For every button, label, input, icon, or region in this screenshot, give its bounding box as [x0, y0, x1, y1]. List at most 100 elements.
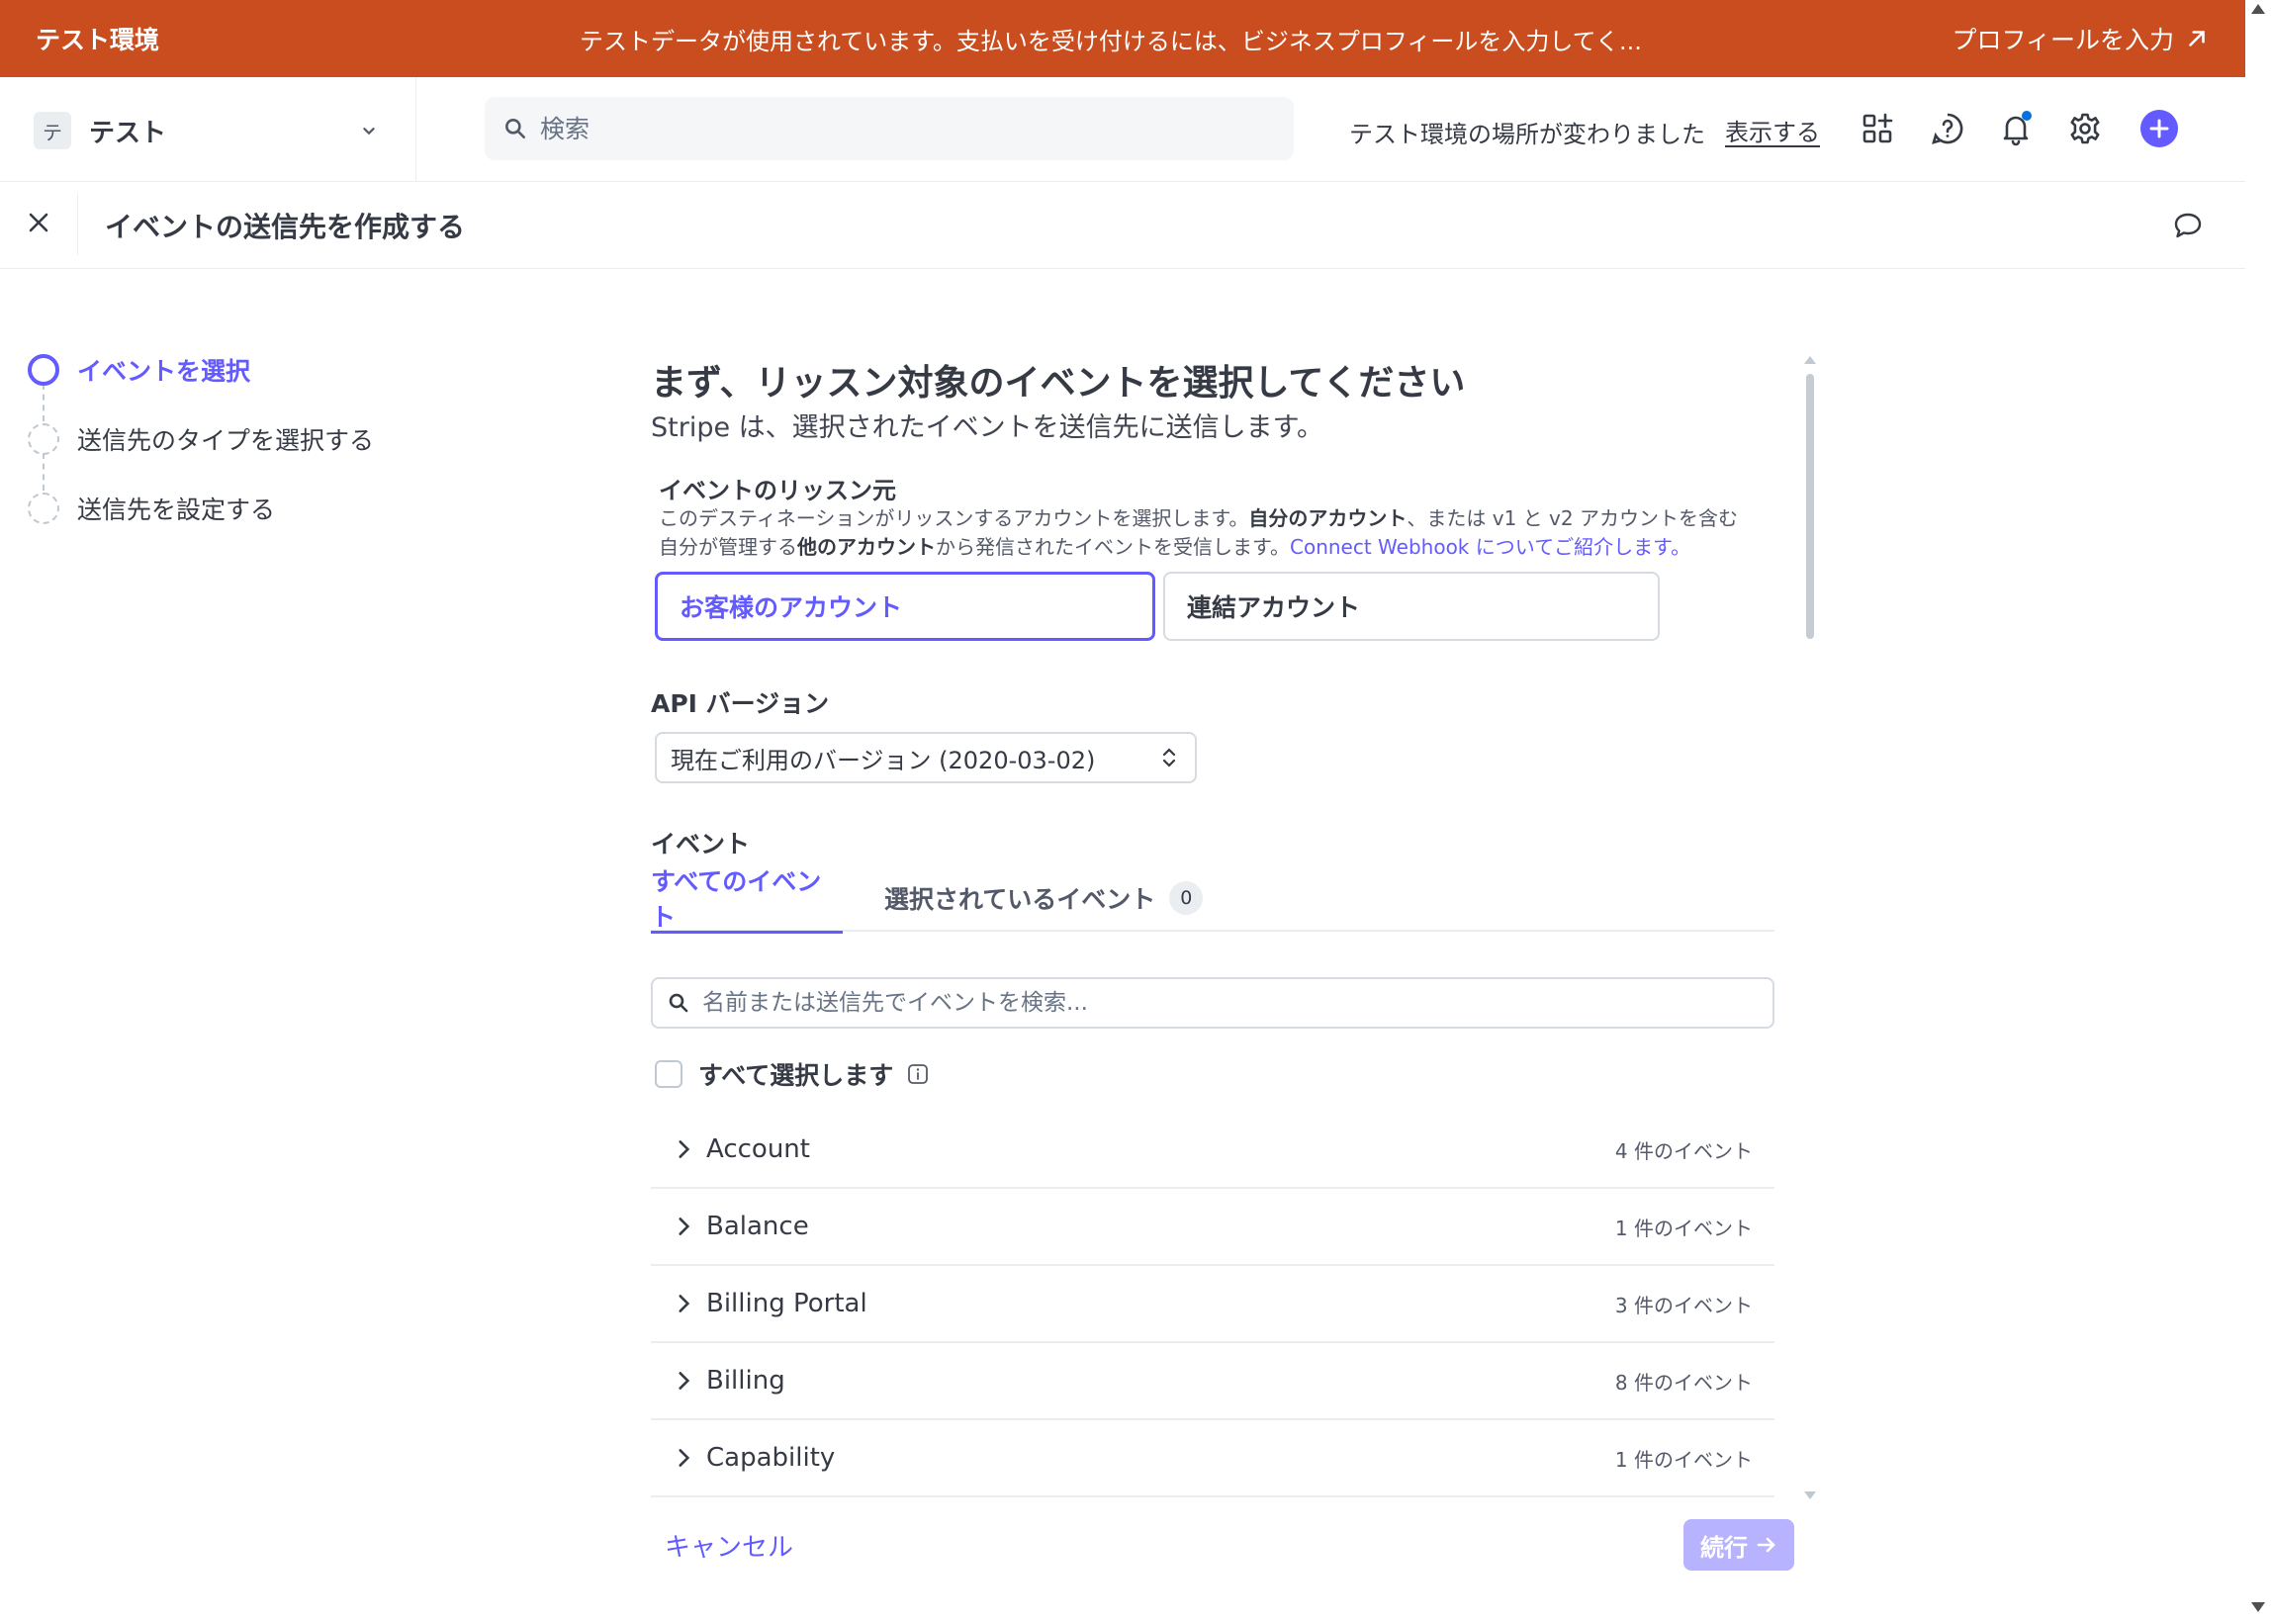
- event-source-title: イベントのリッスン元: [659, 477, 896, 504]
- account-name: テスト: [89, 118, 167, 148]
- complete-profile-link[interactable]: プロフィールを入力: [1952, 21, 2210, 56]
- section-subheading: Stripe は、選択されたイベントを送信先に送信します。: [651, 412, 1323, 443]
- event-group-name: Capability: [706, 1443, 836, 1473]
- complete-profile-label: プロフィールを入力: [1952, 26, 2174, 54]
- page-header-divider: [77, 194, 78, 255]
- chevron-right-icon: [679, 1372, 690, 1390]
- continue-button[interactable]: 続行: [1683, 1519, 1794, 1571]
- connect-webhook-link[interactable]: Connect Webhook についてご紹介します。: [1290, 535, 1690, 559]
- selected-count-badge: 0: [1169, 881, 1204, 915]
- event-search-input[interactable]: [702, 990, 1751, 1016]
- api-version-select[interactable]: 現在ご利用のバージョン (2020-03-02): [655, 732, 1197, 783]
- event-group-row[interactable]: Account 4 件のイベント: [651, 1112, 1774, 1189]
- event-group-row[interactable]: Billing 8 件のイベント: [651, 1343, 1774, 1420]
- step-configure-destination: 送信先を設定する: [28, 491, 275, 526]
- global-search-input[interactable]: [540, 114, 1252, 143]
- banner-title: テスト環境: [36, 26, 160, 54]
- window-scroll-up[interactable]: [2251, 4, 2265, 14]
- cancel-button[interactable]: キャンセル: [665, 1527, 793, 1564]
- help-button[interactable]: [1930, 111, 1965, 146]
- chevron-up-down-icon: [1162, 748, 1176, 767]
- test-env-moved-notice: テスト環境の場所が変わりました: [1349, 121, 1705, 148]
- apps-button[interactable]: [1860, 111, 1895, 146]
- page-header: イベントの送信先を作成する: [0, 182, 2245, 269]
- tab-selected-events[interactable]: 選択されているイベント 0: [884, 864, 1204, 932]
- step-select-events[interactable]: イベントを選択: [28, 352, 250, 388]
- event-group-name: Account: [706, 1134, 810, 1164]
- page-title: イベントの送信先を作成する: [105, 211, 466, 243]
- account-avatar: テ: [34, 112, 71, 149]
- info-icon[interactable]: [907, 1063, 929, 1085]
- show-link[interactable]: 表示する: [1725, 113, 1820, 147]
- events-label: イベント: [651, 830, 751, 858]
- desc-text: から発信されたイベントを受信します。: [936, 535, 1290, 559]
- account-switcher[interactable]: テ テスト: [34, 107, 380, 154]
- event-group-count: 4 件のイベント: [1614, 1138, 1753, 1163]
- close-icon[interactable]: [24, 208, 53, 237]
- event-group-row[interactable]: Billing Portal 3 件のイベント: [651, 1266, 1774, 1343]
- step-label: イベントを選択: [77, 357, 251, 386]
- feedback-icon[interactable]: [2172, 210, 2204, 241]
- step-select-destination-type: 送信先のタイプを選択する: [28, 421, 374, 457]
- window-scroll-down[interactable]: [2251, 1602, 2265, 1612]
- your-account-option[interactable]: お客様のアカウント: [655, 572, 1155, 641]
- event-group-name: Balance: [706, 1212, 809, 1241]
- content-scroll-down[interactable]: [1804, 1491, 1816, 1499]
- desc-text: このデスティネーションがリッスンするアカウントを選択します。: [659, 506, 1249, 530]
- api-version-label: API バージョン: [651, 689, 830, 718]
- notifications-button[interactable]: [1998, 111, 2034, 146]
- chevron-right-icon: [679, 1218, 690, 1235]
- step-connector: [43, 453, 45, 491]
- select-all-row[interactable]: すべて選択します: [655, 1056, 929, 1092]
- section-heading: まず、リッスン対象のイベントを選択してください: [651, 363, 1466, 404]
- help-icon: [1932, 113, 1963, 144]
- step-label: 送信先を設定する: [77, 496, 276, 524]
- main-content: まず、リッスン対象のイベントを選択してください Stripe は、選択されたイベ…: [651, 352, 1778, 1499]
- arrow-right-icon: [1757, 1537, 1775, 1553]
- apps-icon: [1862, 113, 1893, 143]
- plus-icon: [2149, 119, 2169, 138]
- event-group-count: 3 件のイベント: [1614, 1293, 1753, 1317]
- step-label: 送信先のタイプを選択する: [77, 426, 375, 455]
- desc-text: 自分が管理する: [659, 535, 797, 559]
- gear-icon: [2070, 113, 2100, 144]
- tab-label: 選択されているイベント: [884, 885, 1156, 914]
- step-indicator-pending: [28, 493, 59, 524]
- event-group-count: 8 件のイベント: [1614, 1370, 1753, 1395]
- window-scrollbar[interactable]: [2245, 0, 2271, 1624]
- settings-button[interactable]: [2067, 111, 2103, 146]
- chevron-right-icon: [679, 1449, 690, 1467]
- notification-dot: [2022, 111, 2032, 121]
- desc-text: 、または v1 と v2 アカウントを含む: [1407, 506, 1738, 530]
- event-source-description: このデスティネーションがリッスンするアカウントを選択します。自分のアカウント、ま…: [659, 504, 1778, 562]
- tab-all-events[interactable]: すべてのイベント: [651, 864, 843, 934]
- create-button[interactable]: [2140, 110, 2178, 147]
- select-all-label: すべて選択します: [698, 1061, 894, 1090]
- select-all-checkbox[interactable]: [655, 1060, 682, 1088]
- search-icon: [669, 993, 688, 1013]
- continue-label: 続行: [1700, 1533, 1748, 1562]
- chevron-down-icon: [363, 128, 375, 135]
- event-group-row[interactable]: Capability 1 件のイベント: [651, 1420, 1774, 1497]
- step-connector: [43, 384, 45, 421]
- connected-accounts-option[interactable]: 連結アカウント: [1163, 572, 1660, 641]
- banner-message: テストデータが使用されています。支払いを受け付けるには、ビジネスプロフィールを入…: [580, 27, 1642, 55]
- tab-label: すべてのイベント: [651, 866, 822, 932]
- global-search[interactable]: [485, 97, 1294, 160]
- chevron-right-icon: [679, 1295, 690, 1312]
- top-header: テ テスト テスト環境の場所が変わりました 表示する: [0, 77, 2245, 182]
- step-indicator-active: [28, 354, 59, 386]
- step-indicator-pending: [28, 423, 59, 455]
- event-group-row[interactable]: Balance 1 件のイベント: [651, 1189, 1774, 1266]
- search-icon: [505, 119, 525, 138]
- content-scroll-up[interactable]: [1804, 356, 1816, 364]
- event-group-name: Billing Portal: [706, 1289, 867, 1318]
- event-tabs: すべてのイベント 選択されているイベント 0: [651, 864, 1774, 934]
- desc-bold: 他のアカウント: [797, 535, 936, 559]
- event-group-count: 1 件のイベント: [1614, 1447, 1753, 1472]
- arrow-up-right-icon: [2189, 31, 2205, 46]
- content-scrollbar-thumb[interactable]: [1806, 374, 1814, 639]
- desc-bold: 自分のアカウント: [1248, 506, 1408, 530]
- event-group-count: 1 件のイベント: [1614, 1216, 1753, 1240]
- event-search[interactable]: [651, 977, 1774, 1029]
